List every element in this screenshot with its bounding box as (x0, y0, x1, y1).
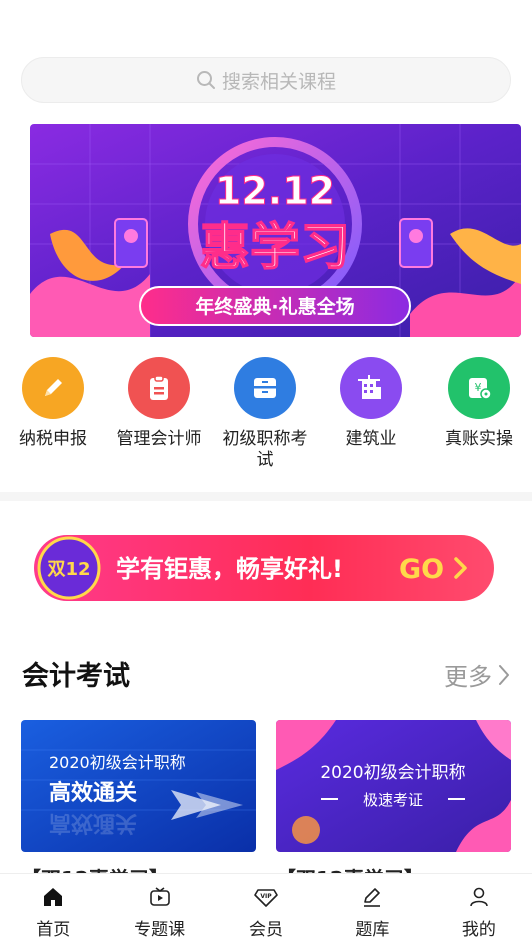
category-label: 管理会计师 (116, 429, 202, 449)
banner-title: 惠学习 (200, 218, 350, 276)
card-reflection: 高效通关 (49, 810, 137, 836)
user-icon (468, 885, 490, 909)
home-icon (42, 885, 64, 909)
svg-text:VIP: VIP (260, 893, 272, 900)
tab-question-bank[interactable]: 题库 (319, 874, 425, 946)
tab-label: 我的 (461, 920, 496, 940)
tab-label: 会员 (249, 920, 284, 940)
banner-subtitle: 年终盛典·礼惠全场 (195, 295, 354, 318)
clipboard-icon (128, 357, 190, 419)
category-tax[interactable]: 纳税申报 (0, 357, 106, 450)
double12-promo-banner[interactable]: 双12 学有钜惠，畅享好礼! GO (34, 533, 494, 603)
card-line1: 2020初级会计职称 (320, 763, 465, 783)
card-line2: 极速考证 (363, 791, 423, 809)
category-label: 纳税申报 (19, 429, 87, 449)
category-construction[interactable]: 建筑业 (318, 357, 424, 450)
promo-go: GO (399, 554, 444, 585)
bottom-tab-bar: 首页 专题课 VIP 会员 题库 我的 (0, 873, 532, 946)
category-management-accountant[interactable]: 管理会计师 (106, 357, 212, 450)
ledger-icon: ¥ (448, 357, 510, 419)
promo-banner[interactable]: 12.12 惠学习 年终盛典·礼惠全场 (30, 124, 521, 337)
vip-icon: VIP (254, 885, 278, 909)
card-line1: 2020初级会计职称 (49, 753, 186, 772)
section-divider (0, 492, 532, 501)
category-label: 初级职称考试 (222, 429, 308, 470)
category-junior-exam[interactable]: 初级职称考试 (212, 357, 318, 471)
promo-text: 学有钜惠，畅享好礼! (116, 555, 343, 583)
tab-label: 首页 (36, 920, 71, 940)
tab-mine[interactable]: 我的 (426, 874, 532, 946)
pencil-icon (22, 357, 84, 419)
more-link[interactable]: 更多 (444, 657, 510, 692)
category-grid: 纳税申报 管理会计师 初级职称考试 建筑业 ¥ 真账实操 (0, 357, 532, 477)
category-label: 真账实操 (445, 429, 513, 449)
search-input[interactable]: 搜索相关课程 (21, 57, 511, 103)
cabinet-icon (234, 357, 296, 419)
category-real-accounts[interactable]: ¥ 真账实操 (426, 357, 532, 450)
banner-date: 12.12 (215, 169, 335, 213)
svg-text:¥: ¥ (475, 381, 482, 394)
search-placeholder: 搜索相关课程 (221, 70, 336, 93)
more-label: 更多 (444, 663, 492, 691)
video-icon (149, 885, 171, 909)
edit-icon (361, 885, 383, 909)
course-card[interactable]: 2020初级会计职称 高效通关 高效通关 (21, 720, 256, 852)
tab-topics[interactable]: 专题课 (106, 874, 212, 946)
course-card[interactable]: 2020初级会计职称 极速考证 (276, 720, 511, 852)
tab-member[interactable]: VIP 会员 (213, 874, 319, 946)
category-label: 建筑业 (345, 429, 397, 449)
tab-home[interactable]: 首页 (0, 874, 106, 946)
tab-label: 专题课 (134, 920, 186, 940)
chevron-right-icon (499, 664, 509, 685)
search-icon (196, 71, 215, 89)
building-icon (340, 357, 402, 419)
section-title: 会计考试 (22, 661, 130, 692)
card-line2: 高效通关 (49, 780, 137, 806)
tab-label: 题库 (355, 920, 390, 940)
promo-badge: 双12 (47, 559, 90, 580)
